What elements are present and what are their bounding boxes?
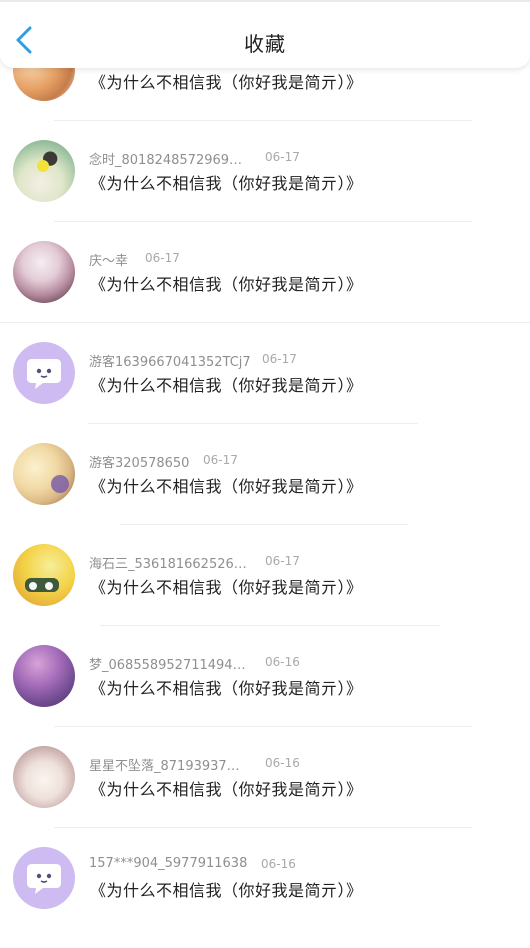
divider: [120, 524, 408, 525]
date: 06-16: [265, 756, 300, 770]
status-divider: [0, 0, 530, 2]
list-item[interactable]: 念时_8018248572969… 06-17 《为什么不相信我（你好我是简亓）…: [0, 140, 530, 241]
list-item-meta: 星星不坠落_87193937… 06-16: [89, 755, 300, 774]
chat-bubble-icon: [27, 359, 61, 389]
divider: [54, 221, 472, 222]
book-title: 《为什么不相信我（你好我是简亓）》: [90, 477, 363, 496]
avatar[interactable]: [13, 342, 75, 404]
page-title: 收藏: [244, 32, 286, 56]
username: 157***904_5977911638: [89, 856, 248, 871]
book-title: 《为什么不相信我（你好我是简亓）》: [90, 780, 363, 799]
date: 06-17: [265, 554, 300, 568]
avatar[interactable]: [13, 443, 75, 505]
avatar[interactable]: [13, 140, 75, 202]
chat-bubble-icon: [27, 864, 61, 894]
date: 06-17: [145, 251, 180, 265]
list-item-meta: 游客320578650 06-17: [89, 452, 238, 471]
divider: [100, 625, 440, 626]
list-item[interactable]: 星星不坠落_87193937… 06-16 《为什么不相信我（你好我是简亓）》: [0, 746, 530, 847]
list-item[interactable]: 庆～幸 06-17 《为什么不相信我（你好我是简亓）》: [0, 241, 530, 342]
book-title: 《为什么不相信我（你好我是简亓）》: [90, 73, 363, 92]
date: 06-17: [203, 453, 238, 467]
list-item-meta: 庆～幸 06-17: [89, 250, 180, 269]
list-item-meta: 梦_068558952711494… 06-16: [89, 654, 300, 673]
list-item-meta: 念时_8018248572969… 06-17: [89, 149, 300, 168]
divider: [88, 423, 418, 424]
book-title: 《为什么不相信我（你好我是简亓）》: [90, 881, 363, 900]
divider: [54, 120, 472, 121]
username: 游客320578650: [89, 456, 190, 471]
username: 游客1639667041352TCj7: [89, 355, 251, 370]
username: 庆～幸: [89, 254, 129, 269]
divider: [54, 726, 472, 727]
list-item[interactable]: 海石三_536181662526… 06-17 《为什么不相信我（你好我是简亓）…: [0, 544, 530, 645]
list-item[interactable]: 游客320578650 06-17 《为什么不相信我（你好我是简亓）》: [0, 443, 530, 544]
avatar[interactable]: [13, 645, 75, 707]
list-item[interactable]: 157***904_5977911638 06-16 《为什么不相信我（你好我是…: [0, 847, 530, 948]
date: 06-16: [261, 857, 296, 871]
username: 星星不坠落_87193937…: [89, 759, 240, 774]
book-title: 《为什么不相信我（你好我是简亓）》: [90, 578, 363, 597]
date: 06-17: [262, 352, 297, 366]
avatar[interactable]: [13, 847, 75, 909]
avatar[interactable]: [13, 746, 75, 808]
favorites-list: 《为什么不相信我（你好我是简亓）》 念时_8018248572969… 06-1…: [0, 0, 530, 924]
book-title: 《为什么不相信我（你好我是简亓）》: [90, 376, 363, 395]
list-item-meta: 游客1639667041352TCj7 06-17: [89, 351, 297, 370]
avatar[interactable]: [13, 544, 75, 606]
book-title: 《为什么不相信我（你好我是简亓）》: [90, 679, 363, 698]
list-item-meta: 海石三_536181662526… 06-17: [89, 553, 300, 572]
username: 梦_068558952711494…: [89, 658, 246, 673]
divider: [0, 322, 530, 323]
date: 06-16: [265, 655, 300, 669]
list-item[interactable]: 梦_068558952711494… 06-16 《为什么不相信我（你好我是简亓…: [0, 645, 530, 746]
date: 06-17: [265, 150, 300, 164]
top-nav-bar: 收藏: [0, 0, 530, 68]
book-title: 《为什么不相信我（你好我是简亓）》: [90, 174, 363, 193]
avatar[interactable]: [13, 241, 75, 303]
username: 海石三_536181662526…: [89, 557, 247, 572]
username: 念时_8018248572969…: [89, 153, 243, 168]
list-item[interactable]: 游客1639667041352TCj7 06-17 《为什么不相信我（你好我是简…: [0, 342, 530, 443]
list-item-meta: 157***904_5977911638 06-16: [89, 856, 296, 871]
divider: [54, 827, 472, 828]
book-title: 《为什么不相信我（你好我是简亓）》: [90, 275, 363, 294]
